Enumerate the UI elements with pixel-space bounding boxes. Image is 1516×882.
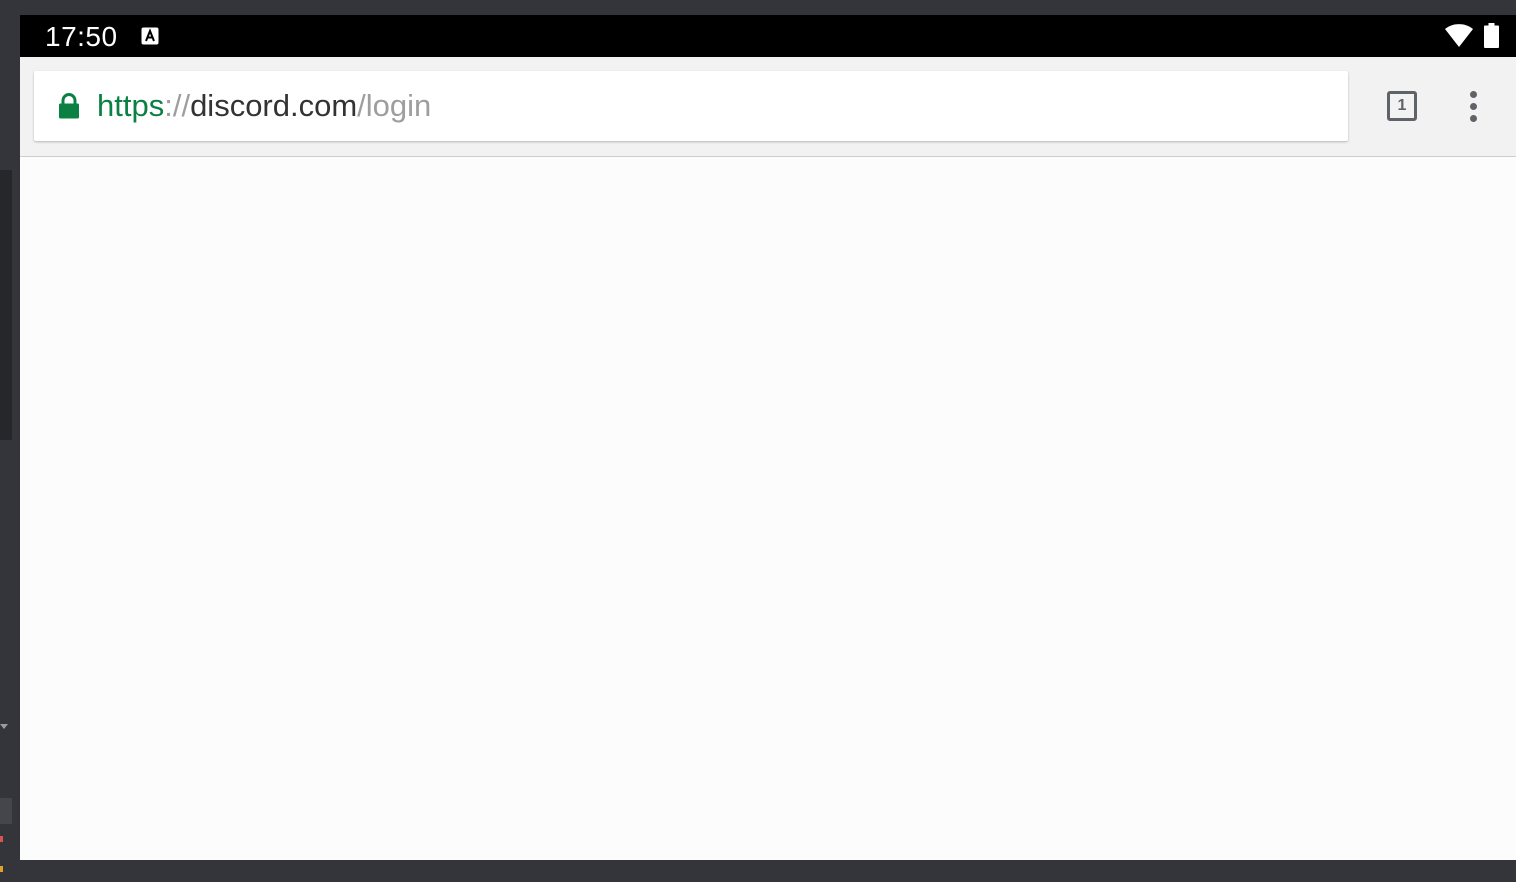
status-time: 17:50 — [45, 21, 118, 52]
url-host: discord.com — [190, 88, 358, 123]
menu-dot — [1470, 103, 1477, 110]
more-vert-icon[interactable] — [1463, 90, 1485, 124]
side-panel-arrow-icon — [0, 724, 8, 729]
emulator-frame: 17:50 https://discord.com/login 1 — [0, 0, 1516, 882]
url-path: /login — [357, 88, 432, 123]
address-bar[interactable]: https://discord.com/login — [34, 71, 1348, 141]
url-text[interactable]: https://discord.com/login — [97, 87, 431, 125]
side-panel-button — [0, 798, 12, 824]
wifi-icon — [1445, 24, 1473, 47]
device-screen: 17:50 https://discord.com/login 1 — [20, 15, 1516, 860]
tab-count: 1 — [1397, 97, 1407, 114]
side-panel-indicator — [0, 836, 3, 842]
emulator-side-panel — [0, 170, 12, 440]
lock-icon — [59, 93, 79, 119]
menu-dot — [1470, 115, 1477, 122]
side-panel-indicator — [0, 866, 3, 872]
status-bar: 17:50 — [20, 15, 1516, 57]
a-notification-icon — [141, 27, 159, 45]
tab-switcher-button[interactable]: 1 — [1387, 91, 1417, 121]
battery-icon — [1484, 23, 1499, 48]
web-page-content — [20, 157, 1516, 860]
url-separator: :// — [164, 88, 191, 123]
url-scheme: https — [97, 88, 165, 123]
menu-dot — [1470, 91, 1477, 98]
browser-toolbar: https://discord.com/login 1 — [20, 57, 1516, 157]
